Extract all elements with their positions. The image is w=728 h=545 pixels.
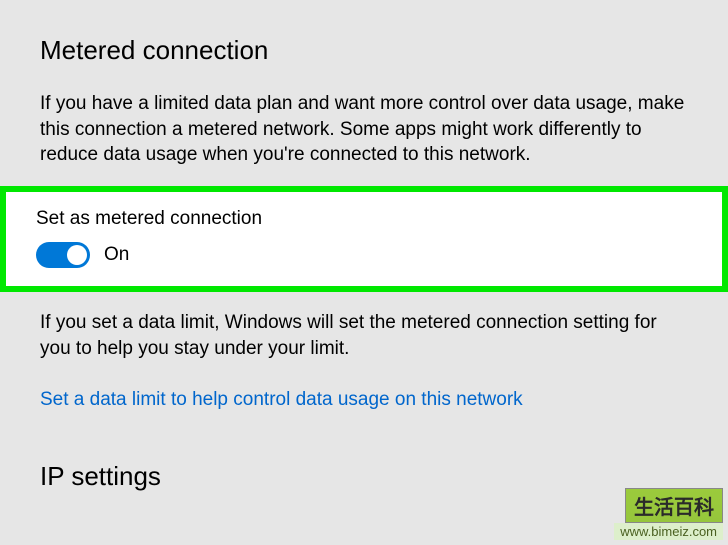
metered-toggle-label: Set as metered connection xyxy=(36,208,692,230)
settings-content: Metered connection If you have a limited… xyxy=(0,0,728,492)
metered-connection-heading: Metered connection xyxy=(40,35,688,66)
metered-toggle-highlight: Set as metered connection On xyxy=(0,186,728,292)
watermark-url: www.bimeiz.com xyxy=(614,523,723,540)
metered-toggle-row: On xyxy=(36,242,692,268)
metered-toggle-state: On xyxy=(104,244,129,266)
toggle-thumb-icon xyxy=(67,245,87,265)
metered-connection-description: If you have a limited data plan and want… xyxy=(40,91,688,168)
watermark-logo: 生活百科 xyxy=(625,488,723,523)
metered-toggle[interactable] xyxy=(36,242,90,268)
metered-datalimit-note: If you set a data limit, Windows will se… xyxy=(40,310,688,361)
watermark: 生活百科 www.bimeiz.com xyxy=(614,488,723,540)
ip-settings-heading: IP settings xyxy=(40,461,688,492)
set-data-limit-link[interactable]: Set a data limit to help control data us… xyxy=(40,389,523,411)
